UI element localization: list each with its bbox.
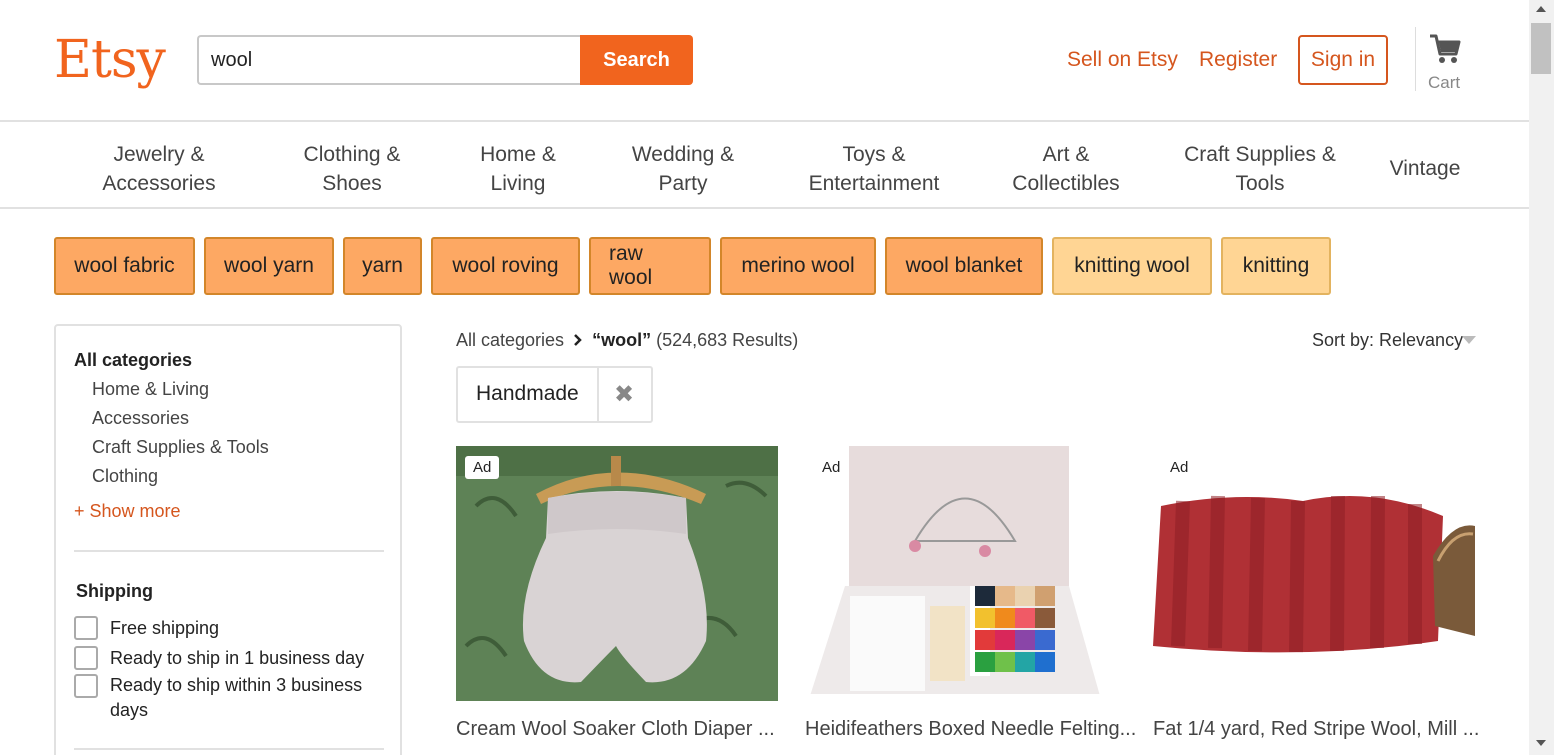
category-accessories[interactable]: Accessories bbox=[92, 408, 189, 429]
page: Etsy Search Sell on Etsy Register Sign i… bbox=[0, 0, 1529, 755]
handmade-filter-chip: Handmade ✖ bbox=[456, 366, 653, 423]
category-home-living[interactable]: Home & Living bbox=[92, 379, 209, 400]
search-input[interactable] bbox=[199, 37, 563, 83]
category-craft-supplies[interactable]: Craft Supplies & Tools bbox=[92, 437, 269, 458]
search-button[interactable]: Search bbox=[580, 35, 693, 85]
ship-1-day-label: Ready to ship in 1 business day bbox=[110, 648, 365, 668]
category-clothing[interactable]: Clothing bbox=[92, 466, 158, 487]
ship-1-day-option[interactable]: Ready to ship in 1 business day bbox=[74, 646, 365, 670]
close-icon[interactable]: ✖ bbox=[614, 380, 634, 409]
chip-wool-blanket[interactable]: wool blanket bbox=[885, 237, 1043, 295]
result-count: (524,683 Results) bbox=[656, 330, 799, 350]
cart-divider bbox=[1415, 27, 1416, 91]
nav-art-collectibles[interactable]: Art & Collectibles bbox=[1012, 140, 1119, 198]
listing-title-2[interactable]: Heidifeathers Boxed Needle Felting... bbox=[805, 718, 1136, 741]
chevron-down-icon[interactable] bbox=[1462, 336, 1476, 344]
sidebar-divider-2 bbox=[74, 748, 384, 750]
chip-raw-wool[interactable]: raw wool bbox=[589, 237, 711, 295]
scroll-down-arrow-icon[interactable] bbox=[1536, 740, 1546, 746]
listing-image-1[interactable]: Ad bbox=[456, 446, 778, 701]
breadcrumb-query: “wool” bbox=[592, 330, 652, 350]
filter-sidebar: All categories Home & Living Accessories… bbox=[54, 324, 402, 755]
all-categories-link[interactable]: All categories bbox=[74, 350, 192, 371]
listing-photo-soaker bbox=[456, 446, 778, 701]
breadcrumb-all-categories[interactable]: All categories bbox=[456, 330, 564, 350]
shipping-title: Shipping bbox=[76, 581, 153, 601]
chip-yarn[interactable]: yarn bbox=[343, 237, 422, 295]
sell-on-etsy-link[interactable]: Sell on Etsy bbox=[1067, 48, 1178, 72]
nav-wedding-party[interactable]: Wedding & Party bbox=[632, 140, 734, 198]
cart-label[interactable]: Cart bbox=[1428, 73, 1460, 93]
handmade-filter-label: Handmade bbox=[476, 382, 579, 405]
page-scrollbar[interactable] bbox=[1529, 0, 1554, 755]
nav-home-living[interactable]: Home & Living bbox=[480, 140, 556, 198]
listing-photo-felting-kit bbox=[805, 446, 1127, 701]
cart-icon[interactable] bbox=[1428, 32, 1462, 66]
nav-vintage[interactable]: Vintage bbox=[1390, 154, 1461, 183]
ad-badge: Ad bbox=[1162, 456, 1197, 479]
ship-3-days-option[interactable]: Ready to ship within 3 business days bbox=[74, 673, 362, 723]
scroll-up-arrow-icon[interactable] bbox=[1536, 6, 1546, 12]
free-shipping-label: Free shipping bbox=[110, 618, 220, 638]
nav-jewelry-accessories[interactable]: Jewelry & Accessories bbox=[102, 140, 215, 198]
chip-knitting-wool[interactable]: knitting wool bbox=[1052, 237, 1212, 295]
chip-wool-roving[interactable]: wool roving bbox=[431, 237, 580, 295]
register-link[interactable]: Register bbox=[1199, 48, 1277, 72]
show-more-link[interactable]: + Show more bbox=[74, 501, 181, 522]
ad-badge: Ad bbox=[465, 456, 500, 479]
nav-toys-entertainment[interactable]: Toys & Entertainment bbox=[809, 140, 940, 198]
scrollbar-thumb[interactable] bbox=[1531, 23, 1551, 74]
ship-1-day-checkbox[interactable] bbox=[74, 646, 98, 670]
chip-wool-fabric[interactable]: wool fabric bbox=[54, 237, 195, 295]
free-shipping-option[interactable]: Free shipping bbox=[74, 616, 220, 640]
ship-3-days-checkbox[interactable] bbox=[74, 674, 98, 698]
ship-3-days-label: Ready to ship within 3 business days bbox=[110, 675, 363, 720]
listing-title-1[interactable]: Cream Wool Soaker Cloth Diaper ... bbox=[456, 718, 775, 741]
listing-photo-red-wool bbox=[1153, 446, 1475, 701]
nav-craft-supplies-tools[interactable]: Craft Supplies & Tools bbox=[1184, 140, 1336, 198]
search-box[interactable] bbox=[197, 35, 581, 85]
category-nav: Jewelry & Accessories Clothing & Shoes H… bbox=[0, 120, 1529, 209]
filter-separator bbox=[597, 368, 599, 421]
breadcrumb: All categories “wool” (524,683 Results) bbox=[456, 330, 798, 351]
listing-title-3[interactable]: Fat 1/4 yard, Red Stripe Wool, Mill ... bbox=[1153, 718, 1479, 741]
sort-dropdown[interactable]: Sort by: Relevancy bbox=[1312, 330, 1463, 351]
chip-wool-yarn[interactable]: wool yarn bbox=[204, 237, 334, 295]
chip-merino-wool[interactable]: merino wool bbox=[720, 237, 876, 295]
free-shipping-checkbox[interactable] bbox=[74, 616, 98, 640]
ad-badge: Ad bbox=[814, 456, 849, 479]
listing-image-3[interactable]: Ad bbox=[1153, 446, 1475, 701]
sidebar-divider bbox=[74, 550, 384, 552]
etsy-logo[interactable]: Etsy bbox=[54, 28, 166, 92]
listing-image-2[interactable]: Ad bbox=[805, 446, 1127, 701]
chevron-right-icon bbox=[574, 334, 582, 346]
chip-knitting[interactable]: knitting bbox=[1221, 237, 1331, 295]
nav-clothing-shoes[interactable]: Clothing & Shoes bbox=[304, 140, 401, 198]
sign-in-button[interactable]: Sign in bbox=[1298, 35, 1388, 85]
